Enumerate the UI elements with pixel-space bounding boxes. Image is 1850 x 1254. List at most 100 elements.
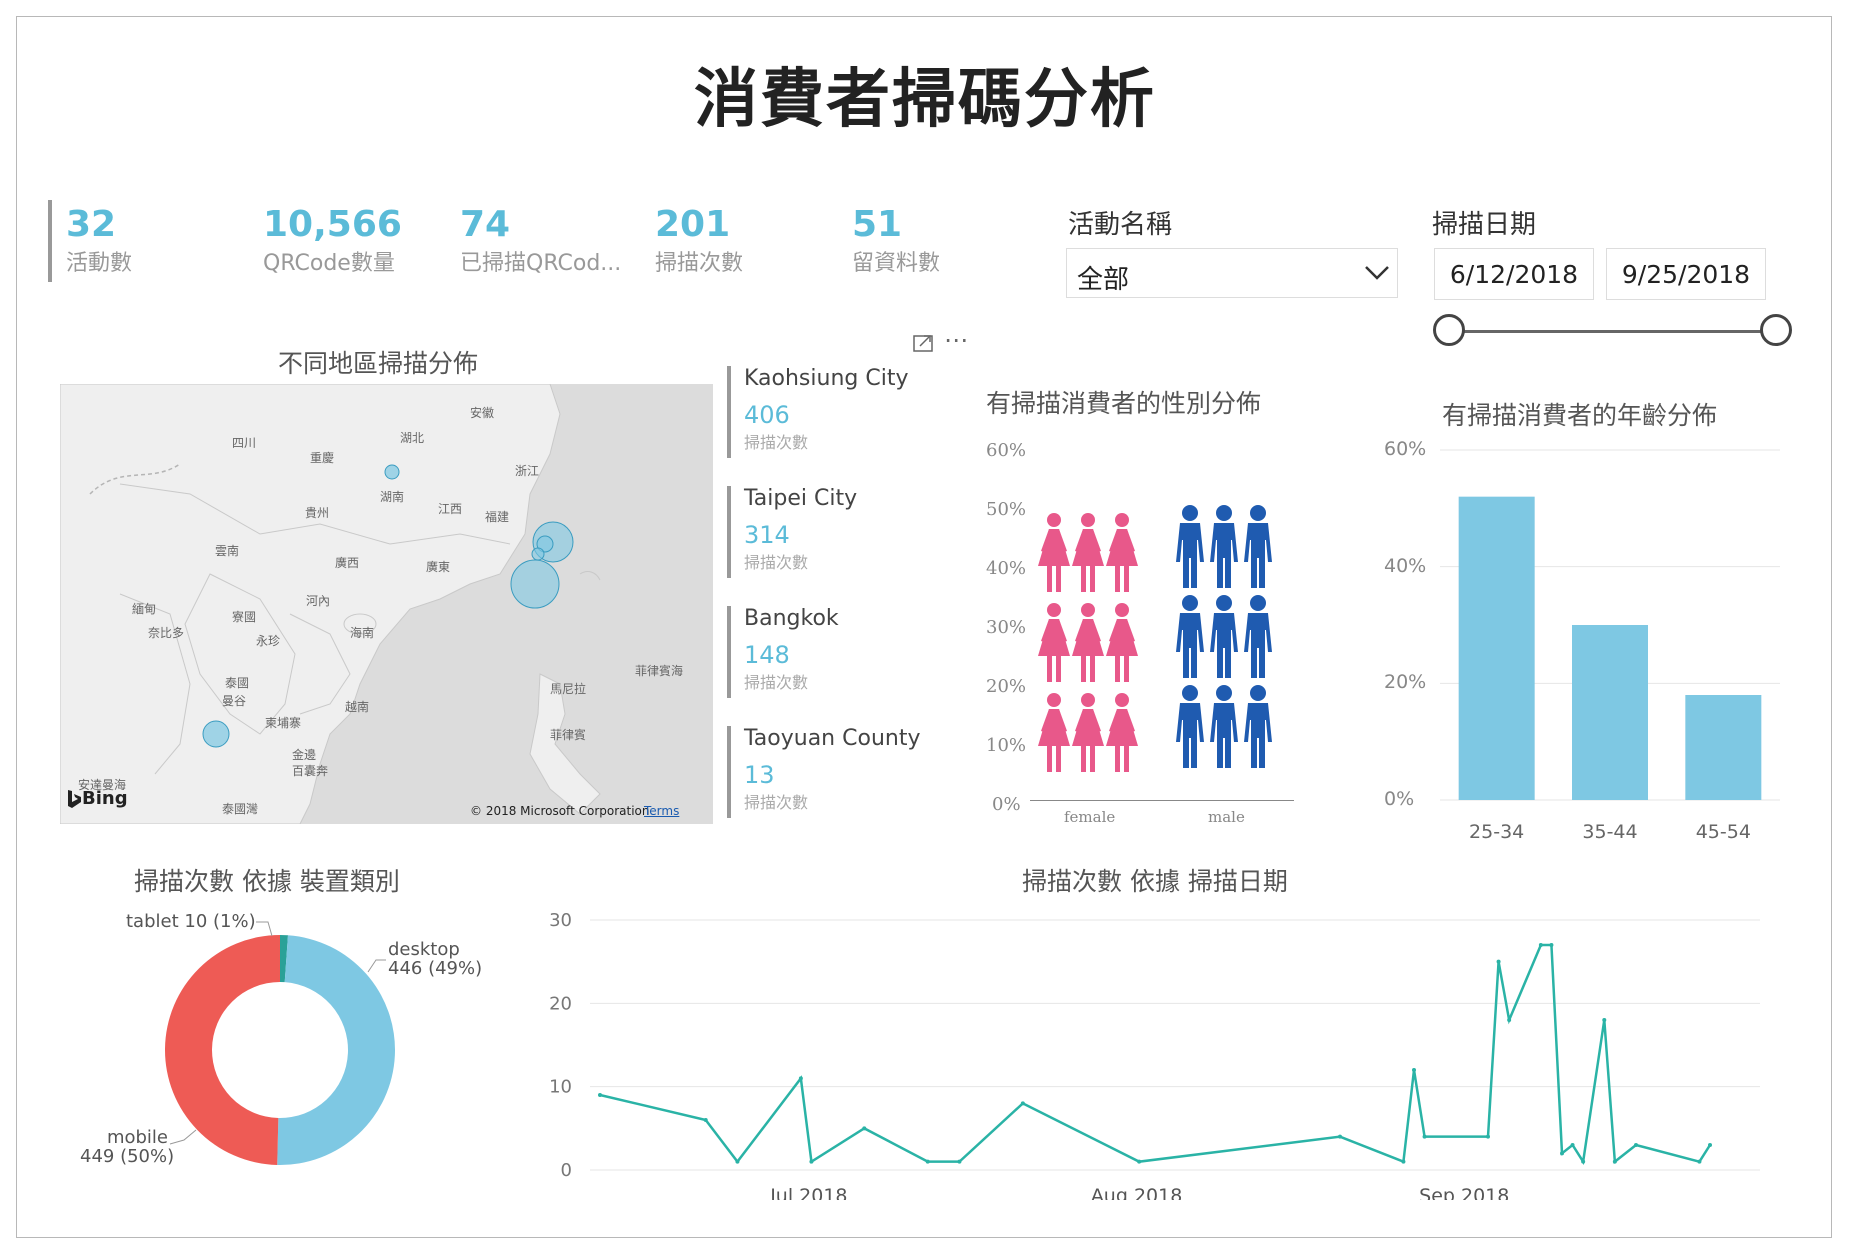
date-range-track[interactable] xyxy=(1452,330,1777,333)
donut-label-mobile-name: mobile xyxy=(106,1127,168,1148)
scans-point[interactable] xyxy=(1697,1159,1702,1164)
city-card-bangkok[interactable]: Bangkok 148 掃描次數 xyxy=(744,606,839,693)
scans-point[interactable] xyxy=(1412,1068,1416,1072)
kpi-label: 留資料數 xyxy=(852,251,941,276)
map-bubble[interactable] xyxy=(531,547,545,561)
scans-point[interactable] xyxy=(735,1159,740,1164)
device-donut-chart[interactable] xyxy=(150,920,410,1180)
bing-logo-text: Bing xyxy=(82,788,128,809)
map-title: 不同地區掃描分佈 xyxy=(278,349,479,378)
kpi-card-leads[interactable]: 51 留資料數 xyxy=(852,204,940,277)
scans-point[interactable] xyxy=(1422,1134,1427,1139)
scans-point[interactable] xyxy=(1338,1134,1342,1139)
gender-y-tick: 30% xyxy=(986,617,1027,638)
donut-label-tablet: tablet 10 (1%) xyxy=(126,911,256,932)
scans-point[interactable] xyxy=(1549,943,1554,947)
kpi-accent-bar xyxy=(48,200,52,282)
map-terms-link[interactable]: Terms xyxy=(644,804,679,818)
donut-slice-desktop[interactable] xyxy=(277,935,395,1165)
scans-point[interactable] xyxy=(703,1118,708,1122)
kpi-card-activities[interactable]: 32 活動數 xyxy=(66,204,132,277)
map-bubble-kaohsiung[interactable] xyxy=(510,559,560,609)
scans-point[interactable] xyxy=(1137,1159,1142,1164)
city-accent-bar xyxy=(727,606,731,698)
city-name: Taipei City xyxy=(744,486,858,511)
activity-dropdown-value: 全部 xyxy=(1077,265,1130,295)
scans-point[interactable] xyxy=(1507,1018,1512,1022)
scans-point[interactable] xyxy=(1401,1159,1406,1164)
kpi-value: 10,566 xyxy=(263,204,402,245)
scans-by-date-line-chart[interactable]: 30 20 10 0 Jul 2018 Aug 2018 Sep 2018 xyxy=(540,900,1770,1200)
city-card-taipei[interactable]: Taipei City 314 掃描次數 xyxy=(744,486,857,573)
scans-point[interactable] xyxy=(862,1126,867,1131)
end-date-input[interactable]: 9/25/2018 xyxy=(1606,248,1766,300)
date-range-start-handle[interactable] xyxy=(1433,314,1465,346)
kpi-card-scans[interactable]: 201 掃描次數 xyxy=(655,204,743,277)
city-card-kaohsiung[interactable]: Kaohsiung City 406 掃描次數 xyxy=(744,366,908,453)
scans-point[interactable] xyxy=(798,1076,803,1081)
age-bar[interactable] xyxy=(1685,695,1762,800)
gender-y-tick: 20% xyxy=(986,676,1027,697)
start-date-input[interactable]: 6/12/2018 xyxy=(1434,248,1594,300)
scans-point[interactable] xyxy=(1612,1159,1617,1164)
city-accent-bar xyxy=(727,486,731,578)
kpi-value: 32 xyxy=(66,204,117,245)
map-bubble-bangkok[interactable] xyxy=(202,720,230,748)
scans-point[interactable] xyxy=(1708,1143,1712,1147)
city-metric-label: 掃描次數 xyxy=(744,793,809,812)
donut-label-mobile-value: 449 (50%) xyxy=(80,1146,175,1167)
scans-point[interactable] xyxy=(1020,1101,1025,1106)
device-chart-title: 掃描次數 依據 裝置類別 xyxy=(134,867,400,896)
date-slicer-title: 掃描日期 xyxy=(1432,210,1537,240)
city-card-taoyuan[interactable]: Taoyuan County 13 掃描次數 xyxy=(744,726,920,813)
scans-point[interactable] xyxy=(1634,1143,1638,1147)
gender-category-male: male xyxy=(1208,808,1245,826)
age-bar-chart[interactable]: 25-34 35-44 45-54 xyxy=(1420,440,1800,860)
age-bar[interactable] xyxy=(1572,625,1648,800)
scans-point[interactable] xyxy=(1538,943,1543,947)
activity-dropdown[interactable]: 全部 xyxy=(1066,248,1398,298)
city-metric-label: 掃描次數 xyxy=(744,433,809,452)
scans-series-line[interactable] xyxy=(599,943,1712,1166)
scans-point[interactable] xyxy=(1486,1134,1490,1139)
activity-slicer-title: 活動名稱 xyxy=(1068,210,1173,240)
age-y-tick: 60% xyxy=(1384,438,1427,460)
date-range-end-handle[interactable] xyxy=(1760,314,1792,346)
kpi-value: 51 xyxy=(852,204,903,245)
map-bubble[interactable] xyxy=(384,464,400,480)
scans-point[interactable] xyxy=(1602,1018,1607,1022)
more-options-icon[interactable]: ⋯ xyxy=(944,326,968,354)
line-y-tick: 10 xyxy=(549,1077,572,1098)
scans-point[interactable] xyxy=(925,1159,930,1164)
line-y-tick: 0 xyxy=(561,1160,572,1181)
city-metric-label: 掃描次數 xyxy=(744,673,809,692)
age-x-tick: 45-54 xyxy=(1696,821,1751,843)
age-x-tick: 35-44 xyxy=(1582,821,1637,843)
gender-y-tick: 10% xyxy=(986,735,1027,756)
donut-slice-mobile[interactable] xyxy=(165,935,280,1165)
scans-point[interactable] xyxy=(598,1093,602,1097)
gender-y-tick: 0% xyxy=(992,794,1021,815)
kpi-card-scanned-qrcodes[interactable]: 74 已掃描QRCod... xyxy=(460,204,621,277)
focus-mode-icon[interactable] xyxy=(912,332,936,354)
age-x-tick: 25-34 xyxy=(1469,821,1524,843)
kpi-card-qrcodes[interactable]: 10,566 QRCode數量 xyxy=(263,204,402,277)
chevron-down-icon xyxy=(1365,266,1389,280)
line-x-tick: Sep 2018 xyxy=(1419,1185,1509,1200)
gender-pictograph[interactable] xyxy=(1030,494,1294,800)
city-value: 406 xyxy=(744,401,790,429)
male-figures xyxy=(1176,505,1272,768)
scans-point[interactable] xyxy=(1496,959,1501,964)
city-value: 314 xyxy=(744,521,790,549)
scans-point[interactable] xyxy=(809,1159,814,1164)
scans-point[interactable] xyxy=(1570,1143,1575,1147)
female-figures xyxy=(1038,513,1138,772)
city-name: Taoyuan County xyxy=(744,726,921,751)
age-bar[interactable] xyxy=(1458,496,1535,800)
scans-point[interactable] xyxy=(1560,1151,1564,1156)
age-y-tick: 20% xyxy=(1384,671,1427,694)
scan-region-map[interactable]: 四川 重慶 湖北 安徽 浙江 湖南 江西 福建 貴州 雲南 廣西 廣東 河內 緬… xyxy=(60,384,713,824)
scans-point[interactable] xyxy=(1581,1159,1586,1164)
scans-point[interactable] xyxy=(957,1159,962,1164)
line-x-tick: Jul 2018 xyxy=(769,1185,847,1200)
